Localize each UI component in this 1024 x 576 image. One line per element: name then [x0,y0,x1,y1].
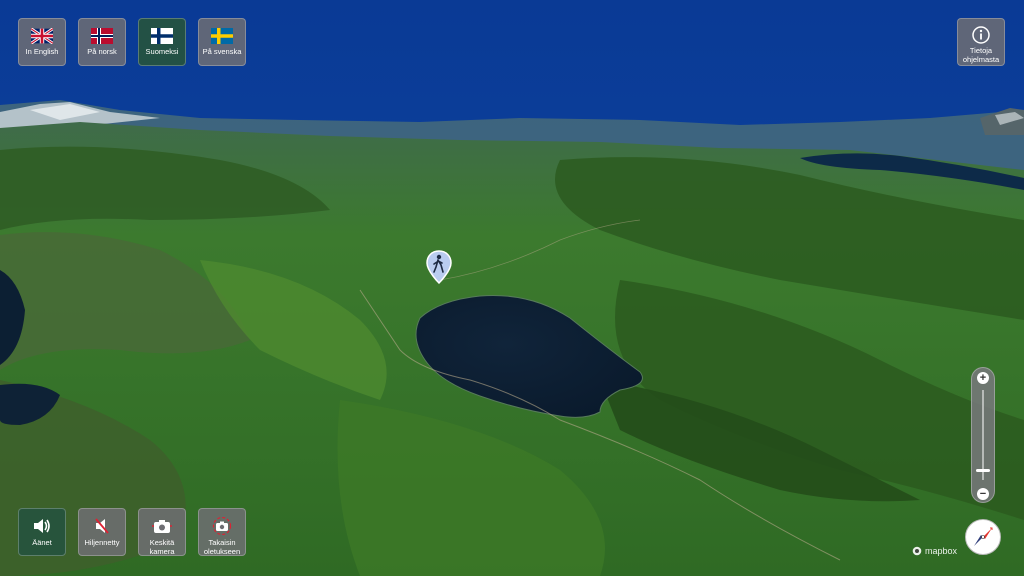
reset-camera-label: Takaisin oletukseen [203,538,241,556]
mapbox-attribution[interactable]: mapbox [912,546,957,556]
language-norwegian-label: På norsk [87,47,117,56]
camera-reset-icon [211,517,233,535]
zoom-in-button[interactable]: + [977,372,989,384]
language-swedish-button[interactable]: På svenska [198,18,246,66]
sound-on-label: Äänet [32,538,52,547]
language-english-button[interactable]: In English [18,18,66,66]
language-english-label: In English [25,47,59,56]
hiker-location-pin-icon[interactable] [426,250,452,284]
speaker-muted-icon [92,517,112,535]
center-camera-button[interactable]: Keskitä kamera [138,508,186,556]
finland-flag-icon [151,28,173,44]
zoom-track[interactable] [982,390,984,480]
norway-flag-icon [91,28,113,44]
language-finnish-label: Suomeksi [145,47,179,56]
info-icon [972,26,990,44]
language-finnish-button[interactable]: Suomeksi [138,18,186,66]
sweden-flag-icon [211,28,233,44]
center-camera-label: Keskitä kamera [149,538,175,556]
compass-needle-icon [974,527,993,546]
terrain-scene[interactable] [0,0,1024,576]
mute-label: Hiljennetty [84,538,120,547]
reset-camera-button[interactable]: Takaisin oletukseen [198,508,246,556]
uk-flag-icon [31,28,53,44]
language-swedish-label: På svenska [202,47,242,56]
zoom-out-button[interactable]: − [977,488,989,500]
language-norwegian-button[interactable]: På norsk [78,18,126,66]
compass-button[interactable] [965,519,1001,555]
zoom-slider[interactable]: + − [971,367,995,503]
speaker-on-icon [32,517,52,535]
zoom-thumb[interactable] [976,469,990,473]
about-app-label: Tietoja ohjelmasta [962,46,1000,64]
camera-center-icon [151,517,173,535]
mute-button[interactable]: Hiljennetty [78,508,126,556]
about-app-button[interactable]: Tietoja ohjelmasta [957,18,1005,66]
sound-on-button[interactable]: Äänet [18,508,66,556]
mapbox-label: mapbox [925,546,958,556]
mapbox-logo-icon [912,546,922,556]
